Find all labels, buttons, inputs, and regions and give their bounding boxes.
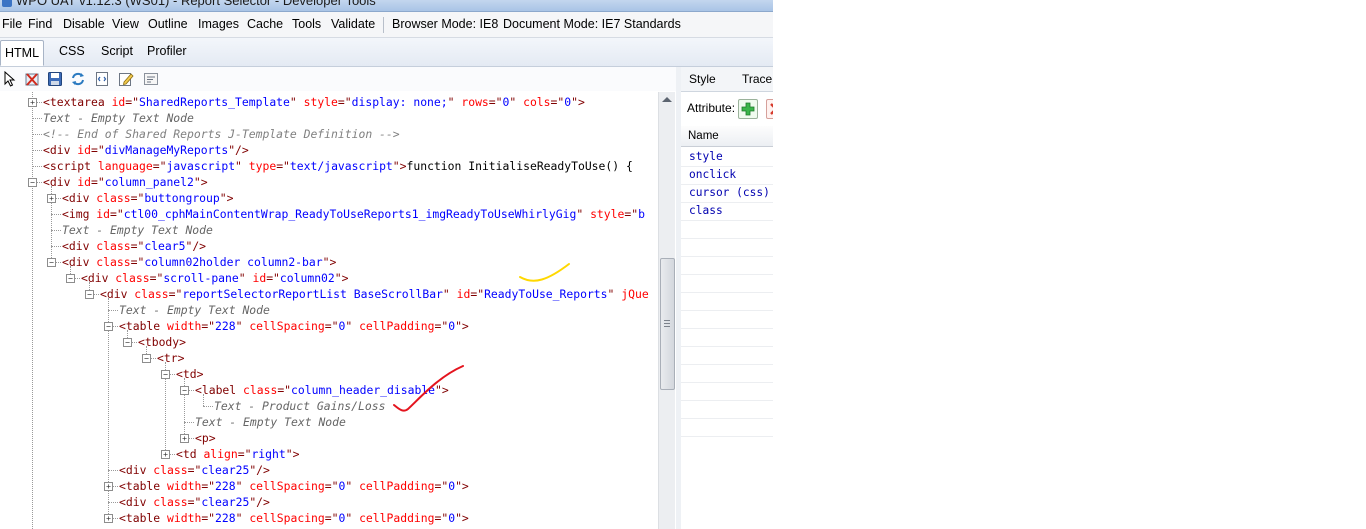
annotation-marks [393,263,570,412]
developer-tools-window: WPO UAT v1.12.3 (WS01) - Report Selector… [0,0,773,529]
yellow-tick-mark [519,263,570,282]
red-check-mark [393,365,464,412]
